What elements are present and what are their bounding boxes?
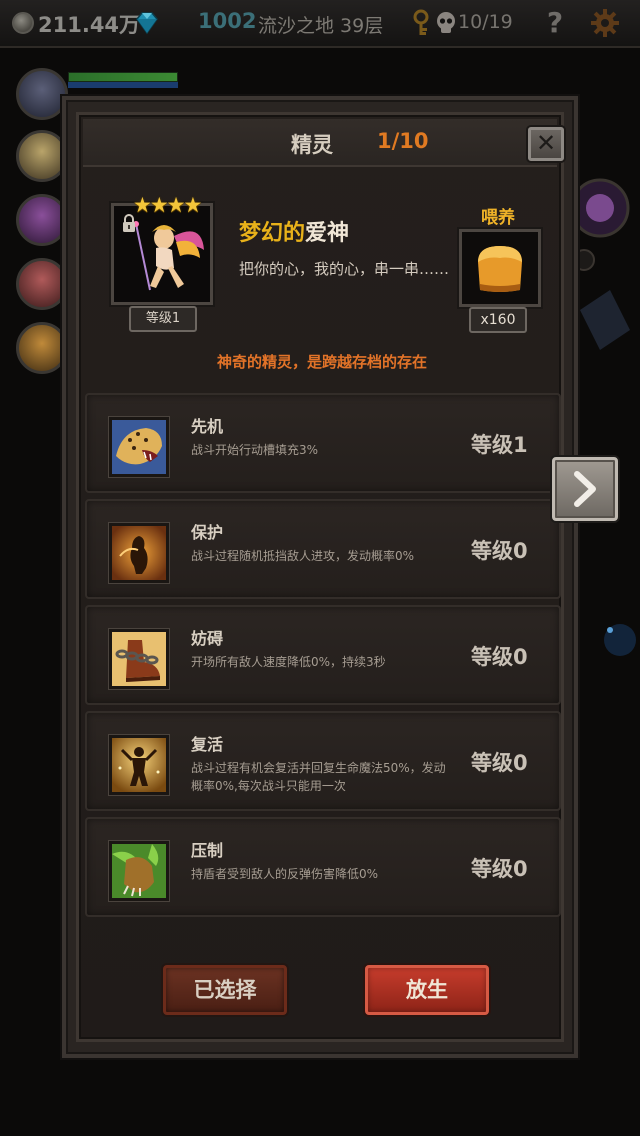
spirit-name-suffix: 爱神 [305, 221, 350, 246]
hero-portrait [16, 258, 68, 310]
gold-amount: 211.44万 [38, 13, 141, 37]
spirit-page-counter: 1/10 [377, 129, 429, 153]
skill-description: 开场所有敌人速度降低0%，持续3秒 [191, 655, 386, 669]
spirit-dialog-body: 精灵 1/10 ✕ ★★★★ 等级1 梦幻的爱神 把你的心，我的心，串一串…… … [76, 112, 564, 1042]
skill-description: 战斗过程有机会复活并回复生命魔法50%，发动概率0%,每次战斗只能用一次 [191, 761, 446, 793]
chevron-right-icon [574, 471, 596, 507]
next-spirit-button[interactable] [552, 457, 618, 521]
key-icon [413, 9, 429, 35]
feed-bread-button[interactable] [459, 229, 541, 307]
skill-title: 妨碍 [191, 629, 224, 648]
skull-icon [437, 12, 455, 33]
skill-title: 复活 [191, 735, 224, 754]
floor-indicator: 流沙之地 39层 [258, 15, 384, 37]
feed-item-count: x160 [469, 307, 527, 333]
close-button[interactable]: ✕ [528, 127, 564, 161]
gold-coin-icon [12, 12, 34, 34]
spirit-info-card: ★★★★ 等级1 梦幻的爱神 把你的心，我的心，串一串…… 喂养 x160 神奇… [85, 173, 559, 387]
leopard-icon [109, 417, 169, 477]
skill-title: 压制 [191, 841, 224, 860]
help-button[interactable]: ? [538, 6, 572, 40]
spirit-star-rating: ★★★★ [133, 193, 202, 217]
chained-boot-icon [109, 629, 169, 689]
spirit-name-prefix: 梦幻的 [239, 221, 306, 246]
dialog-title-bar: 精灵 1/10 ✕ [83, 119, 564, 167]
spirit-description: 把你的心，我的心，串一串…… [239, 260, 450, 278]
top-status-bar: 211.44万 1002 流沙之地 39层 10/19 ? [0, 0, 640, 48]
spirit-name: 梦幻的爱神 [239, 215, 349, 247]
skill-row[interactable]: 妨碍 开场所有敌人速度降低0%，持续3秒 等级0 [85, 605, 561, 705]
release-button[interactable]: 放生 [365, 965, 489, 1015]
skill-level: 等级0 [471, 645, 528, 669]
beast-claw-icon [109, 841, 169, 901]
hero-portrait [16, 194, 68, 246]
hero-portrait [16, 68, 68, 120]
hero-mp-bar [68, 82, 178, 88]
skill-row[interactable]: 保护 战斗过程随机抵挡敌人进攻，发动概率0% 等级0 [85, 499, 561, 599]
spirit-tagline: 神奇的精灵，是跨越存档的存在 [216, 353, 427, 371]
shield-warrior-icon [109, 523, 169, 583]
bread-icon [478, 246, 522, 292]
skill-description: 战斗开始行动槽填充3% [191, 443, 319, 457]
skill-title: 先机 [191, 417, 224, 436]
diamond-icon [136, 12, 158, 35]
hero-portrait [16, 130, 68, 182]
skill-row[interactable]: 压制 持盾者受到敌人的反弹伤害降低0% 等级0 [85, 817, 561, 917]
background-monsters [570, 178, 636, 656]
revive-figure-icon [109, 735, 169, 795]
gem-amount: 1002 [198, 9, 257, 33]
settings-gear-icon[interactable] [590, 8, 620, 38]
hero-portrait [16, 322, 68, 374]
dialog-title: 精灵 [291, 133, 333, 157]
skill-level: 等级0 [471, 751, 528, 775]
key-count: 10/19 [458, 11, 513, 33]
spirit-level-badge: 等级1 [129, 306, 197, 332]
spirit-dialog: 精灵 1/10 ✕ ★★★★ 等级1 梦幻的爱神 把你的心，我的心，串一串…… … [62, 96, 578, 1058]
skill-level: 等级0 [471, 539, 528, 563]
skill-description: 战斗过程随机抵挡敌人进攻，发动概率0% [191, 549, 415, 563]
feed-label: 喂养 [481, 208, 515, 228]
skill-title: 保护 [191, 523, 224, 542]
selected-button[interactable]: 已选择 [163, 965, 287, 1015]
skill-level: 等级1 [471, 433, 528, 457]
skill-row[interactable]: 复活 战斗过程有机会复活并回复生命魔法50%，发动概率0%,每次战斗只能用一次 … [85, 711, 561, 811]
skill-row[interactable]: 先机 战斗开始行动槽填充3% 等级1 [85, 393, 561, 493]
skill-level: 等级0 [471, 857, 528, 881]
skill-description: 持盾者受到敌人的反弹伤害降低0% [191, 867, 379, 881]
hero-hp-bar [68, 72, 178, 82]
